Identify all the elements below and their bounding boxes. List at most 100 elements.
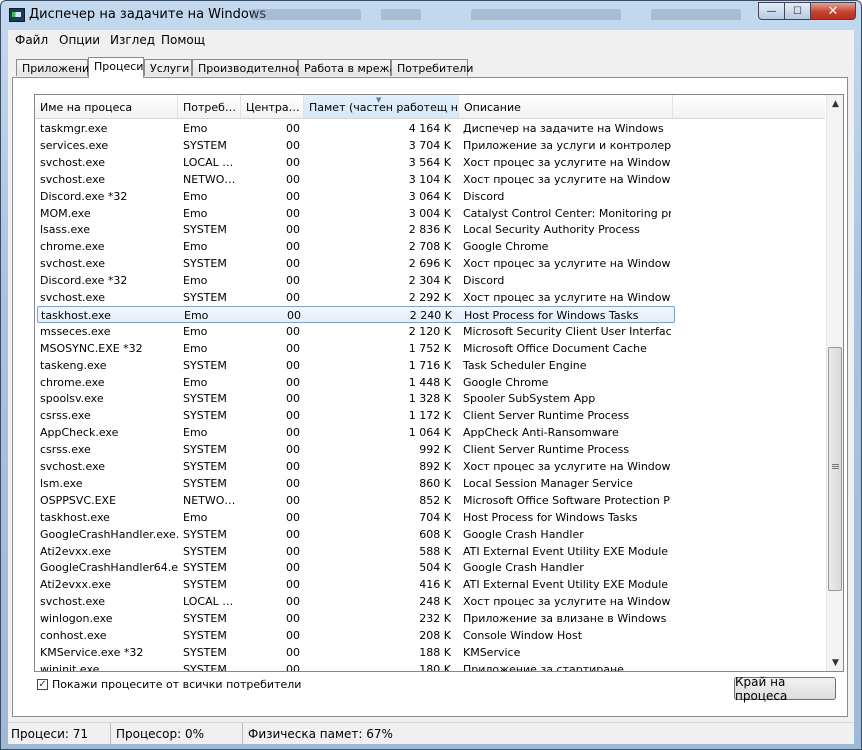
process-user: SYSTEM: [183, 476, 227, 490]
process-row[interactable]: Discord.exe *32 Emo 00 3 064 K Discord: [37, 188, 675, 205]
process-memory: 2 292 K: [408, 291, 451, 304]
process-row[interactable]: svchost.exe SYSTEM 00 2 696 K Хост процес за…: [37, 255, 675, 272]
process-user: SYSTEM: [183, 544, 227, 558]
process-row[interactable]: chrome.exe Emo 00 1 448 K Google Chrome: [37, 374, 675, 391]
process-memory: 2 696 K: [408, 257, 451, 271]
close-button[interactable]: ✕: [810, 2, 856, 20]
scrollbar-thumb[interactable]: [828, 347, 842, 591]
process-name: chrome.exe: [40, 375, 105, 389]
process-cpu: 00: [286, 527, 300, 541]
process-name: AppCheck.exe: [40, 426, 119, 440]
process-description: KMService: [463, 645, 521, 659]
process-row[interactable]: taskeng.exe SYSTEM 00 1 716 K Task Scheduler…: [37, 357, 675, 374]
tab-services[interactable]: Услуги: [144, 59, 192, 76]
process-row[interactable]: lsm.exe SYSTEM 00 860 K Local Session Manage…: [37, 475, 675, 492]
menu-help[interactable]: Помощ: [161, 33, 205, 47]
process-row[interactable]: csrss.exe SYSTEM 00 1 172 K Client Server Ru…: [37, 407, 675, 424]
scroll-up-button[interactable]: ▲: [827, 95, 843, 112]
process-name: GoogleCrashHandler.exe…: [40, 527, 178, 541]
process-row[interactable]: winlogon.exe SYSTEM 00 232 K Приложение за в…: [37, 610, 675, 627]
process-user: SYSTEM: [183, 223, 227, 237]
process-name: svchost.exe: [40, 460, 106, 473]
process-memory: 3 104 K: [408, 172, 451, 186]
process-memory: 2 304 K: [408, 274, 451, 288]
process-cpu: 00: [286, 257, 300, 271]
process-description: Microsoft Office Software Protection Pl…: [463, 493, 671, 507]
status-physical-memory: Физическа памет: 67%: [248, 727, 393, 741]
process-description: Host Process for Windows Tasks: [463, 510, 638, 524]
process-row[interactable]: svchost.exe LOCAL … 00 3 564 K Хост процес з…: [37, 154, 675, 171]
vertical-scrollbar[interactable]: ▲ ▼: [826, 95, 843, 671]
scroll-down-button[interactable]: ▼: [827, 654, 843, 671]
process-row[interactable]: wininit.exe SYSTEM 00 180 K Приложение за ст…: [37, 661, 675, 671]
maximize-button[interactable]: ☐: [784, 2, 811, 20]
process-row[interactable]: Discord.exe *32 Emo 00 2 304 K Discord: [37, 272, 675, 289]
process-name: MOM.exe: [40, 206, 91, 220]
tab-applications[interactable]: Приложения: [16, 59, 96, 76]
process-row[interactable]: AppCheck.exe Emo 00 1 064 K AppCheck Anti-Ra…: [37, 424, 675, 441]
process-memory: 1 328 K: [408, 392, 451, 406]
show-all-users-option[interactable]: ✓ Покажи процесите от всички потребители: [37, 678, 301, 691]
process-cpu: 00: [286, 172, 300, 186]
process-cpu: 00: [286, 358, 300, 372]
menu-options[interactable]: Опции: [59, 33, 100, 47]
process-row[interactable]: Ati2evxx.exe SYSTEM 00 416 K ATI External Ev…: [37, 576, 675, 593]
process-user: NETWO…: [183, 172, 236, 186]
column-image-name[interactable]: Име на процеса: [35, 95, 178, 118]
process-description: Google Crash Handler: [463, 527, 584, 541]
process-row[interactable]: Ati2evxx.exe SYSTEM 00 588 K ATI External Ev…: [37, 543, 675, 560]
client-area: Файл Опции Изглед Помощ Приложения Проце…: [8, 30, 854, 744]
process-row[interactable]: svchost.exe SYSTEM 00 2 292 K Хост процес за…: [37, 289, 675, 306]
menu-file[interactable]: Файл: [15, 33, 48, 47]
process-name: csrss.exe: [40, 409, 91, 423]
process-row[interactable]: msseces.exe Emo 00 2 120 K Microsoft Securit…: [37, 323, 675, 340]
tab-networking[interactable]: Работа в мрежа: [298, 59, 396, 76]
end-process-button[interactable]: Край на процеса: [734, 675, 836, 703]
process-row[interactable]: services.exe SYSTEM 00 3 704 K Приложение за…: [37, 137, 675, 154]
process-row[interactable]: svchost.exe NETWO… 00 3 104 K Хост процес за…: [37, 171, 675, 188]
process-list[interactable]: Име на процеса Потреб… Центра… ▼ Памет (…: [34, 94, 844, 672]
process-row[interactable]: GoogleCrashHandler64.exe SYSTEM 00 504 K Goo…: [37, 559, 675, 576]
process-cpu: 00: [286, 409, 300, 423]
process-description: Console Window Host: [463, 629, 583, 642]
process-name: svchost.exe: [40, 291, 106, 304]
minimize-button[interactable]: —: [758, 2, 785, 20]
column-memory[interactable]: ▼ Памет (частен работещ н…: [304, 95, 459, 118]
process-row[interactable]: KMService.exe *32 SYSTEM 00 188 K KMService: [37, 644, 675, 661]
process-row[interactable]: MOM.exe Emo 00 3 004 K Catalyst Control Cent…: [37, 205, 675, 222]
column-description[interactable]: Описание: [459, 95, 673, 118]
process-row[interactable]: lsass.exe SYSTEM 00 2 836 K Local Security A…: [37, 221, 675, 238]
process-description: Google Chrome: [463, 375, 549, 389]
process-memory: 2 836 K: [408, 223, 451, 237]
process-cpu: 00: [286, 578, 300, 592]
process-list-header: Име на процеса Потреб… Центра… ▼ Памет (…: [35, 95, 825, 119]
sort-descending-icon: ▼: [376, 96, 382, 104]
tab-processes[interactable]: Процеси: [88, 57, 144, 78]
menu-view[interactable]: Изглед: [110, 33, 155, 47]
process-row[interactable]: conhost.exe SYSTEM 00 208 K Console Window H…: [37, 627, 675, 644]
process-row[interactable]: spoolsv.exe SYSTEM 00 1 328 K Spooler SubSys…: [37, 390, 675, 407]
process-memory: 180 K: [419, 662, 451, 671]
process-user: SYSTEM: [183, 645, 227, 659]
column-cpu[interactable]: Центра…: [241, 95, 304, 118]
process-description: Хост процес за услугите на Windows: [463, 460, 671, 473]
process-row[interactable]: chrome.exe Emo 00 2 708 K Google Chrome: [37, 238, 675, 255]
process-row[interactable]: OSPPSVC.EXE NETWO… 00 852 K Microsoft Office…: [37, 492, 675, 509]
show-all-users-checkbox[interactable]: ✓: [37, 679, 48, 690]
process-row[interactable]: taskmgr.exe Emo 00 4 164 K Диспечер на задач…: [37, 120, 675, 137]
column-user-name[interactable]: Потреб…: [178, 95, 241, 118]
process-description: Host Process for Windows Tasks: [464, 308, 639, 322]
title-bar[interactable]: Диспечер на задачите на Windows — ☐ ✕: [1, 1, 861, 29]
process-row[interactable]: GoogleCrashHandler.exe… SYSTEM 00 608 K Goog…: [37, 526, 675, 543]
process-row[interactable]: svchost.exe SYSTEM 00 892 K Хост процес за у…: [37, 458, 675, 475]
process-memory: 1 716 K: [408, 358, 451, 372]
tab-performance[interactable]: Производителност: [192, 59, 308, 76]
process-row[interactable]: taskhost.exe Emo 00 2 240 K Host Process for…: [37, 305, 675, 323]
process-row[interactable]: MSOSYNC.EXE *32 Emo 00 1 752 K Microsoft Off…: [37, 340, 675, 357]
process-description: Catalyst Control Center: Monitoring pr…: [463, 206, 671, 220]
process-row[interactable]: taskhost.exe Emo 00 704 K Host Process for W…: [37, 509, 675, 526]
process-memory: 4 164 K: [408, 122, 451, 135]
process-row[interactable]: csrss.exe SYSTEM 00 992 K Client Server Runt…: [37, 441, 675, 458]
process-row[interactable]: svchost.exe LOCAL … 00 248 K Хост процес за …: [37, 593, 675, 610]
tab-users[interactable]: Потребители: [391, 59, 473, 76]
